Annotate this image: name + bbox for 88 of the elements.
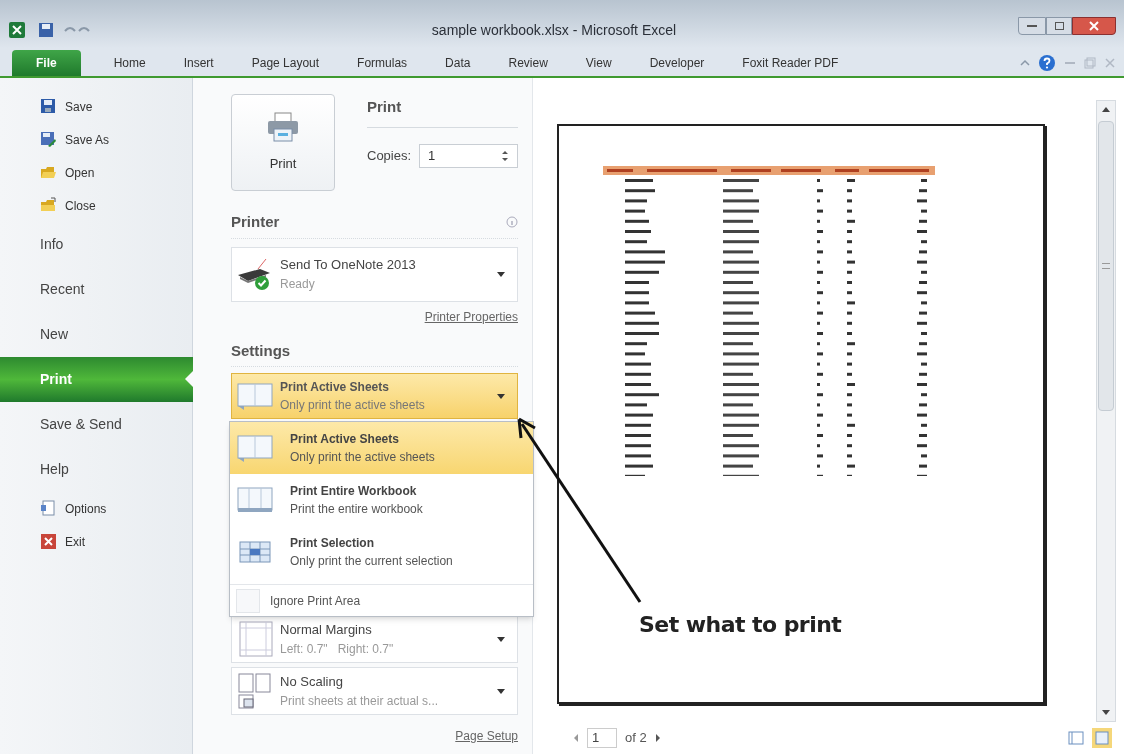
excel-logo-icon[interactable] [8,21,26,39]
dropdown-description: Only print the active sheets [280,397,426,414]
checkbox[interactable] [236,588,260,613]
section-heading: Settings [231,339,518,367]
option-description: Only print the active sheets [290,449,435,466]
ribbon-tab[interactable]: Developer [630,50,724,76]
collapse-ribbon-icon[interactable] [1020,58,1030,68]
nav-item[interactable]: Info [0,222,192,267]
section-heading: Printer [231,212,280,232]
page-number-field[interactable]: 1 [587,728,617,748]
dropdown-arrow-icon [497,688,505,694]
minimize-icon [1027,25,1037,27]
dropdown-arrow-icon [497,636,505,642]
close-icon[interactable] [1104,57,1116,69]
nav-item[interactable]: Recent [0,267,192,312]
margins-dropdown[interactable]: Normal Margins Left: 0.7" Right: 0.7" [231,615,518,663]
dropdown-arrow-icon [497,393,505,399]
dropdown-description: Print sheets at their actual s... [280,692,440,710]
maximize-icon [1054,22,1064,30]
option-title: Print Selection [290,535,376,552]
ribbon-tab[interactable]: Review [489,50,567,76]
dropdown-title: Normal Margins [280,621,373,640]
scrollbar-thumb[interactable] [1098,121,1114,411]
close-icon [40,533,57,550]
folder-icon [40,164,57,181]
option-description: Print the entire workbook [290,501,423,518]
close-button[interactable] [1072,17,1116,35]
page-setup-link[interactable]: Page Setup [455,727,518,745]
option-title: Print Entire Workbook [290,483,418,500]
restore-icon[interactable] [1084,57,1096,69]
printer-status: Ready [280,275,316,293]
menu-option[interactable]: Print Selection Only print the current selection [230,526,533,578]
print-what-dropdown[interactable]: Print Active Sheets Only print the active sheets [231,373,518,419]
nav-command[interactable]: Save [0,90,192,123]
help-icon[interactable] [1038,54,1056,72]
margins-icon [236,619,276,659]
page-count: of 2 [625,729,647,748]
print-button[interactable]: Print [231,94,335,191]
document-icon [40,500,57,517]
printer-name: Send To OneNote 2013 [280,256,417,275]
nav-command[interactable]: Open [0,156,192,189]
printer-icon [266,111,300,142]
ribbon-tab[interactable]: Foxit Reader PDF [723,50,858,76]
minimize-button[interactable] [1018,17,1046,35]
sheet-icon [236,432,276,464]
dropdown-title: No Scaling [280,673,344,692]
folder-icon [40,197,57,214]
option-title: Print Active Sheets [290,431,400,448]
floppy-disk-pencil-icon [40,131,57,148]
nav-command[interactable]: Exit [0,525,192,558]
nav-command[interactable]: Save As [0,123,192,156]
dropdown-arrow-icon [497,271,505,277]
scaling-dropdown[interactable]: No Scaling Print sheets at their actual s... [231,667,518,715]
menu-option[interactable]: Ignore Print Area [270,591,361,610]
nav-command[interactable]: Close [0,189,192,222]
dropdown-description: Left: 0.7" Right: 0.7" [280,640,395,658]
show-margins-icon[interactable] [1068,730,1084,746]
zoom-to-page-icon[interactable] [1092,728,1112,748]
nav-item[interactable]: New [0,312,192,357]
menu-option[interactable]: Print Entire Workbook Print the entire workbook [230,474,533,526]
nav-item[interactable]: Save & Send [0,402,192,447]
section-heading: Print [367,94,518,128]
ribbon-tab[interactable]: Page Layout [232,50,339,76]
option-description: Only print the current selection [290,553,453,570]
ribbon-tab[interactable]: Data [426,50,490,76]
callout-text: Set what to print [639,611,842,639]
info-icon[interactable] [506,216,518,229]
maximize-button[interactable] [1046,17,1072,35]
copies-label: Copies: [367,146,412,165]
ribbon-tab[interactable]: View [566,50,631,76]
printer-dropdown[interactable]: Send To OneNote 2013 Ready [231,246,518,302]
close-icon [1089,21,1099,31]
previous-page-icon[interactable] [573,733,579,743]
menu-option[interactable]: Print Active Sheets Only print the active sheets [230,422,533,474]
ribbon-tab[interactable]: Home [94,50,165,76]
window-title: sample workbook.xlsx - Microsoft Excel [431,20,677,40]
vertical-scrollbar[interactable] [1096,100,1116,722]
save-icon[interactable] [38,22,54,38]
ribbon-tab[interactable]: File [12,50,81,76]
nav-item[interactable]: Help [0,447,192,492]
printer-properties-link[interactable]: Printer Properties [424,307,518,326]
ribbon-tab[interactable]: Formulas [338,50,427,76]
nav-command[interactable]: Options [0,492,192,525]
sheet-icon [236,380,276,412]
next-page-icon[interactable] [654,733,661,743]
copies-spinner[interactable]: 1 [419,143,518,168]
dropdown-title: Print Active Sheets [280,379,390,396]
ribbon-tab[interactable]: Insert [164,50,233,76]
